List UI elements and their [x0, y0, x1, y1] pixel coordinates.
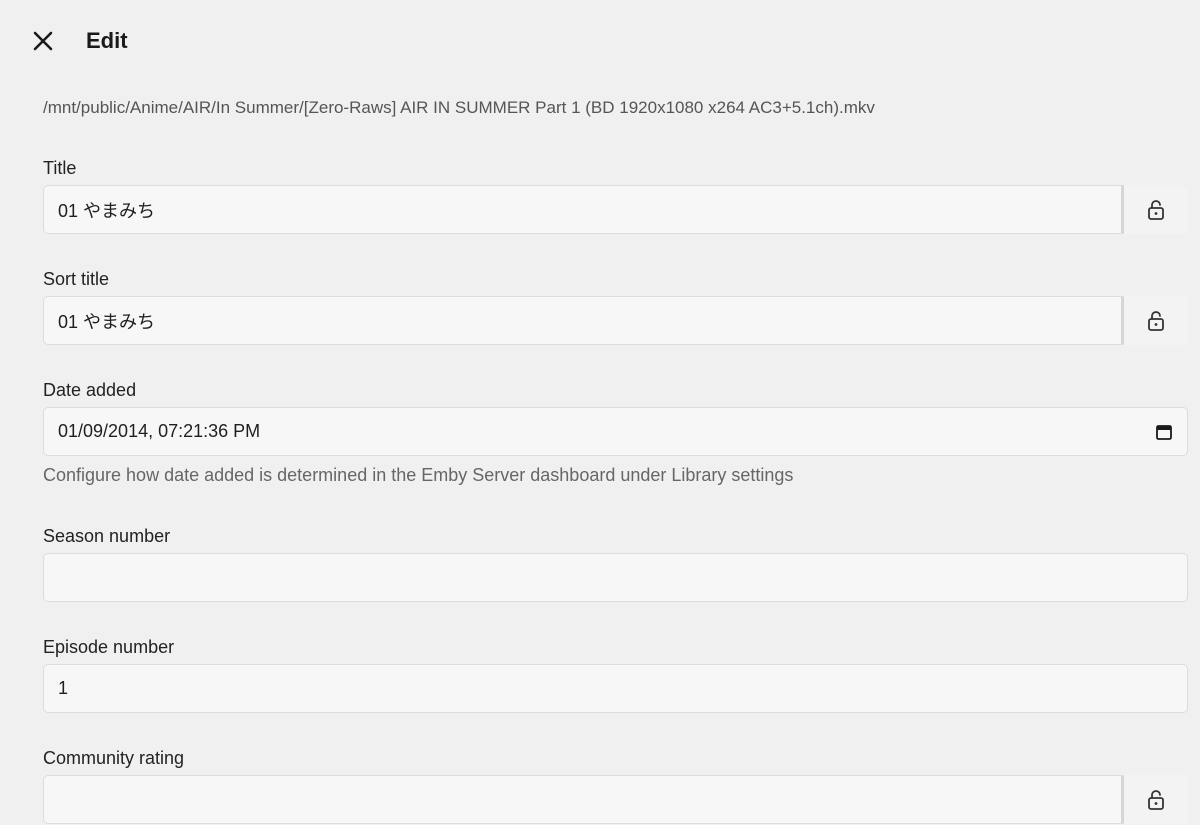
calendar-icon[interactable] — [1155, 423, 1173, 441]
dialog-header: Edit — [30, 24, 128, 58]
sort-title-lock-button[interactable] — [1124, 296, 1188, 345]
season-number-input[interactable] — [43, 553, 1188, 602]
title-field-row: 01 やまみち — [43, 185, 1188, 234]
sort-title-input[interactable]: 01 やまみち — [43, 296, 1124, 345]
title-lock-button[interactable] — [1124, 185, 1188, 234]
community-rating-input[interactable] — [43, 775, 1124, 824]
community-rating-lock-button[interactable] — [1124, 775, 1188, 824]
episode-number-input[interactable]: 1 — [43, 664, 1188, 713]
date-added-hint: Configure how date added is determined i… — [43, 465, 794, 485]
lock-open-icon — [1148, 199, 1164, 220]
community-rating-field-row — [43, 775, 1188, 824]
lock-open-icon — [1148, 310, 1164, 331]
close-icon — [33, 31, 53, 51]
sort-title-field-row: 01 やまみち — [43, 296, 1188, 345]
season-number-label: Season number — [43, 526, 171, 546]
date-added-value: 01/09/2014, 07:21:36 PM — [58, 421, 261, 441]
episode-number-label: Episode number — [43, 637, 175, 657]
page-title: Edit — [86, 28, 128, 53]
community-rating-label: Community rating — [43, 748, 185, 768]
date-added-label: Date added — [43, 380, 137, 400]
close-button[interactable] — [30, 28, 56, 54]
title-input[interactable]: 01 やまみち — [43, 185, 1124, 234]
sort-title-label: Sort title — [43, 269, 110, 289]
episode-number-field-row: 1 — [43, 664, 1188, 713]
title-label: Title — [43, 158, 77, 178]
date-added-input[interactable]: 01/09/2014, 07:21:36 PM — [43, 407, 1188, 456]
lock-open-icon — [1148, 789, 1164, 810]
edit-dialog: Edit /mnt/public/Anime/AIR/In Summer/[Ze… — [0, 0, 1200, 825]
file-path: /mnt/public/Anime/AIR/In Summer/[Zero-Ra… — [43, 98, 875, 117]
date-added-field-row: 01/09/2014, 07:21:36 PM — [43, 407, 1188, 456]
season-number-field-row — [43, 553, 1188, 602]
